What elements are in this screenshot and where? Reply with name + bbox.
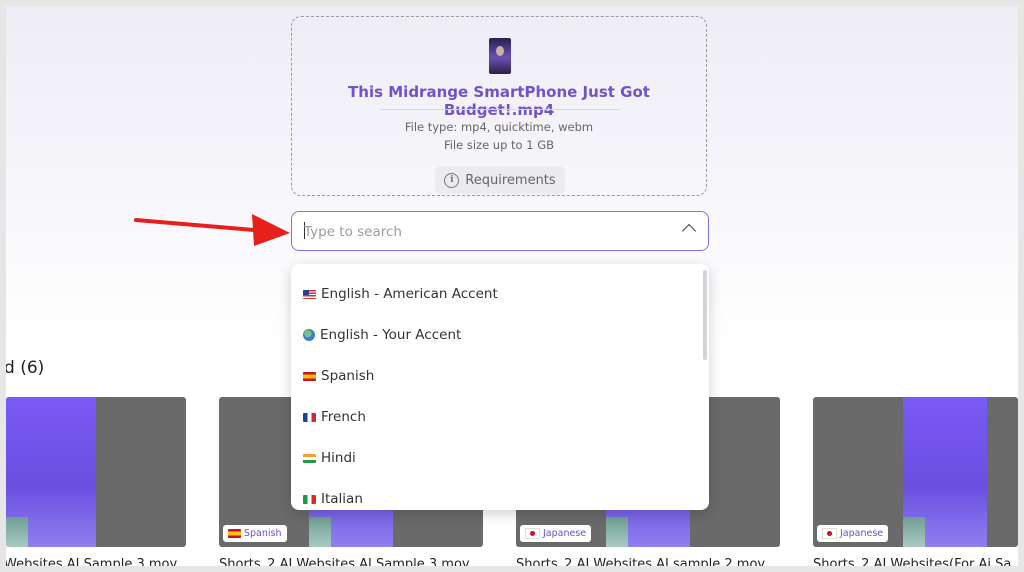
language-option[interactable]: English - American Accent [303, 283, 498, 305]
language-dropdown-list[interactable]: English - American Accent English - Your… [291, 264, 709, 510]
language-option-label: Hindi [321, 450, 356, 466]
video-thumbnail [489, 38, 511, 74]
thumbnail-detail [6, 517, 28, 547]
language-option-label: English - American Accent [321, 286, 498, 302]
page-canvas: This Midrange SmartPhone Just Got Budget… [6, 6, 1018, 566]
language-option[interactable]: Spanish [303, 365, 374, 387]
thumbnail-detail [309, 517, 331, 547]
annotation-arrow-icon [134, 214, 290, 246]
spain-flag-icon [303, 371, 316, 381]
video-card-title: Websites AI Sample 3.mov [6, 557, 178, 566]
language-badge: Japanese [520, 525, 592, 542]
japan-flag-icon [525, 528, 540, 539]
dropdown-scrollbar[interactable] [703, 270, 707, 360]
video-card-title: Shorts_2 AI Websites AI Sample 3.mov [219, 557, 470, 566]
language-badge-label: Japanese [543, 528, 587, 539]
upload-dropzone[interactable]: This Midrange SmartPhone Just Got Budget… [291, 16, 707, 196]
japan-flag-icon [822, 528, 837, 539]
language-option-label: English - Your Accent [320, 327, 462, 343]
video-card[interactable]: Japanese [813, 397, 1018, 547]
india-flag-icon [303, 453, 316, 463]
language-badge-label: Spanish [244, 528, 282, 539]
uploaded-file-name: This Midrange SmartPhone Just Got Budget… [348, 83, 650, 119]
video-card[interactable] [6, 397, 186, 547]
file-type-text: File type: mp4, quicktime, webm [404, 120, 594, 134]
search-input[interactable] [302, 212, 666, 251]
video-card-title: Shorts_2 AI Websites(For Ai Sa [813, 557, 1012, 566]
language-badge-label: Japanese [840, 528, 884, 539]
language-badge: Japanese [817, 525, 889, 542]
video-card-title: Shorts_2 AI Websites AI sample 2.mov [516, 557, 766, 566]
language-option-label: Italian [321, 491, 363, 507]
globe-icon [303, 329, 315, 341]
language-option[interactable]: Hindi [303, 447, 356, 469]
language-option[interactable]: Italian [303, 488, 363, 510]
us-flag-icon [303, 289, 316, 299]
info-icon: i [444, 172, 460, 188]
chevron-up-icon[interactable] [681, 223, 697, 239]
spain-flag-icon [228, 529, 241, 538]
language-search-select[interactable] [291, 211, 709, 251]
language-option[interactable]: English - Your Accent [303, 324, 461, 346]
requirements-button[interactable]: i Requirements [435, 166, 565, 194]
italy-flag-icon [303, 494, 316, 504]
thumbnail-detail [903, 517, 925, 547]
france-flag-icon [303, 412, 316, 422]
language-option-label: Spanish [321, 368, 375, 384]
thumbnail-detail [606, 517, 628, 547]
language-option-label: French [321, 409, 366, 425]
language-option[interactable]: French [303, 406, 366, 428]
file-size-text: File size up to 1 GB [443, 138, 555, 152]
library-title: d (6) [6, 358, 45, 378]
requirements-label: Requirements [465, 172, 556, 188]
divider [380, 109, 620, 110]
language-badge: Spanish [223, 525, 287, 542]
